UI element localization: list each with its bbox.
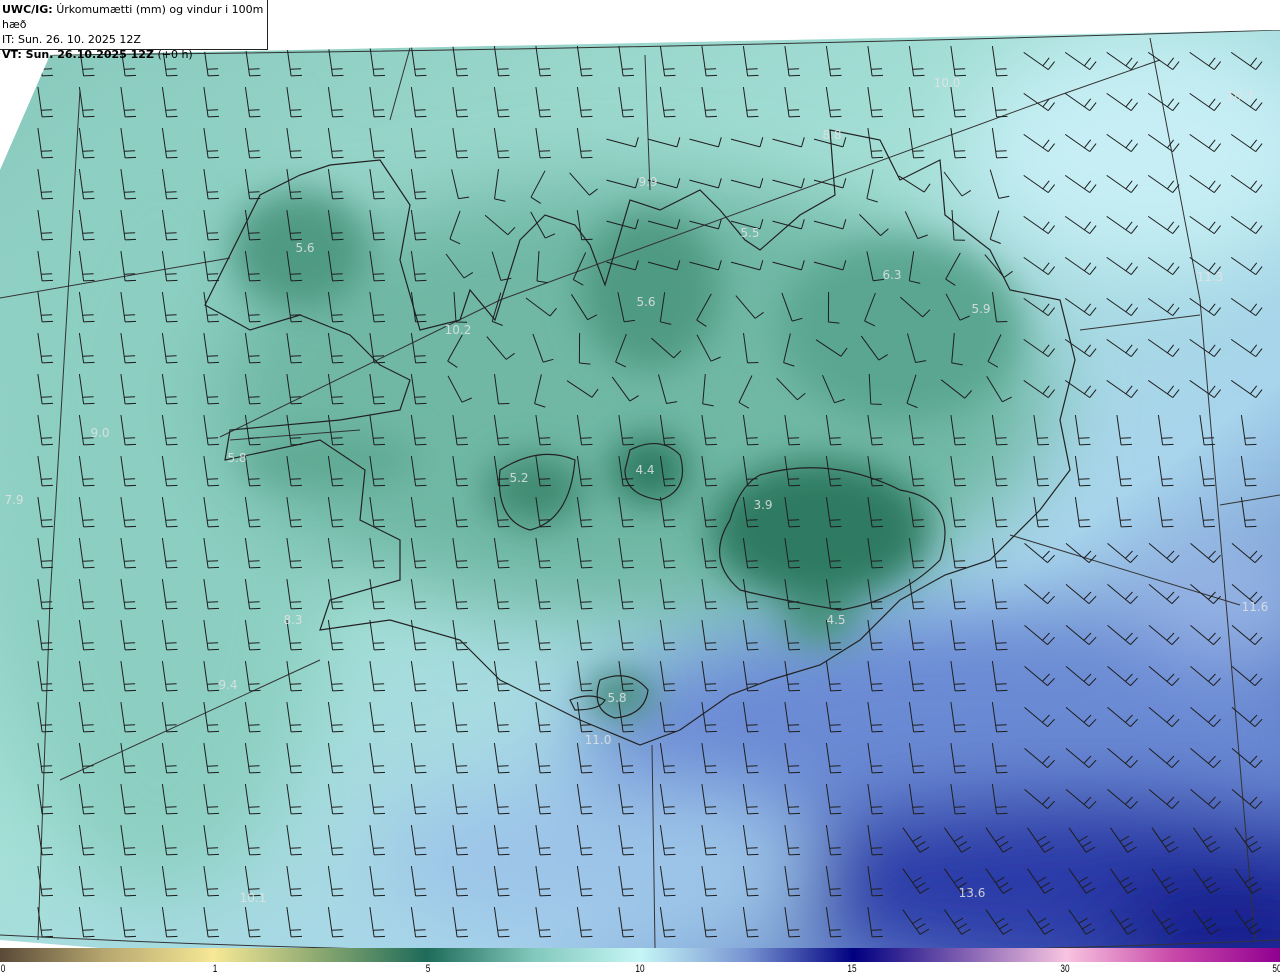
colorbar-tick-label: 15 [847,963,857,975]
colorbar-tick-label: 0 [0,963,6,975]
valid-time: VT: Sun. 26.10.2025 12Z [2,48,154,61]
value-label: 10.1 [240,891,267,905]
wind-barb [576,30,593,36]
wind-barb [784,30,801,36]
value-label: 4.5 [826,613,845,627]
value-label: 9.9 [638,175,657,189]
wind-barb [1065,11,1096,28]
wind-barb [1231,11,1262,28]
wind-barb [867,30,884,36]
wind-barb [535,30,552,36]
wind-barb [452,30,469,36]
colorbar-tick-label: 5 [425,963,430,975]
wind-barb [286,30,303,36]
value-label: 5.6 [295,241,314,255]
value-label: 10.7 [1227,89,1254,103]
colorbar-tick-label: 10 [635,963,645,975]
colorbar-tick-label: 30 [1060,963,1070,975]
value-label: 5.8 [607,691,626,705]
wind-barb [1148,11,1179,28]
value-label: 4.4 [635,463,654,477]
wind-barb [1024,11,1055,28]
wind-barb [493,30,510,36]
value-label: 8.8 [822,128,841,142]
wind-barb [369,30,386,36]
wind-barb [327,30,344,36]
value-label: 10.2 [445,323,472,337]
value-label: 11.0 [585,733,612,747]
wind-barb [1190,11,1221,28]
value-label: 9.4 [218,678,237,692]
weather-map: 5.6 10.2 9.0 5.8 7.9 8.3 9.4 5.2 4.4 3.9 4.5 5.8 11.… [0,11,1280,948]
map-title-box: UWC/IG: Úrkomumætti (mm) og vindur i 100… [0,0,268,61]
wind-barb [991,30,1008,36]
value-label: 9.0 [90,426,109,440]
value-label: 8.3 [283,613,302,627]
model-name: UWC/IG: [2,3,53,16]
valid-offset: (+0 h) [157,48,193,61]
value-label: 11.6 [1242,600,1269,614]
value-label: 5.6 [636,295,655,309]
colorbar-labels: 01510153050 [0,962,1280,978]
wind-barb [659,30,676,36]
wind-barb [410,30,427,36]
wind-barb [1107,11,1138,28]
value-label: 3.9 [753,498,772,512]
colorbar-tick-label: 50 [1272,963,1280,975]
wind-barb [701,30,718,36]
value-label: 7.9 [4,493,23,507]
value-label: 5.2 [509,471,528,485]
value-label: 10.0 [934,76,961,90]
colorbar [0,948,1280,962]
wind-barb [618,30,635,36]
wind-barb [825,30,842,36]
value-label: 5.9 [971,302,990,316]
initial-time: IT: Sun. 26. 10. 2025 12Z [2,33,141,46]
wind-barb [908,30,925,36]
colorbar-tick-label: 1 [213,963,218,975]
value-label: 6.3 [882,268,901,282]
wind-barb [742,30,759,36]
wind-barb [950,30,967,36]
value-label: 13.6 [959,886,986,900]
value-label: 5.5 [740,226,759,240]
value-label: 11.3 [1197,270,1224,284]
value-label: 5.8 [227,451,246,465]
